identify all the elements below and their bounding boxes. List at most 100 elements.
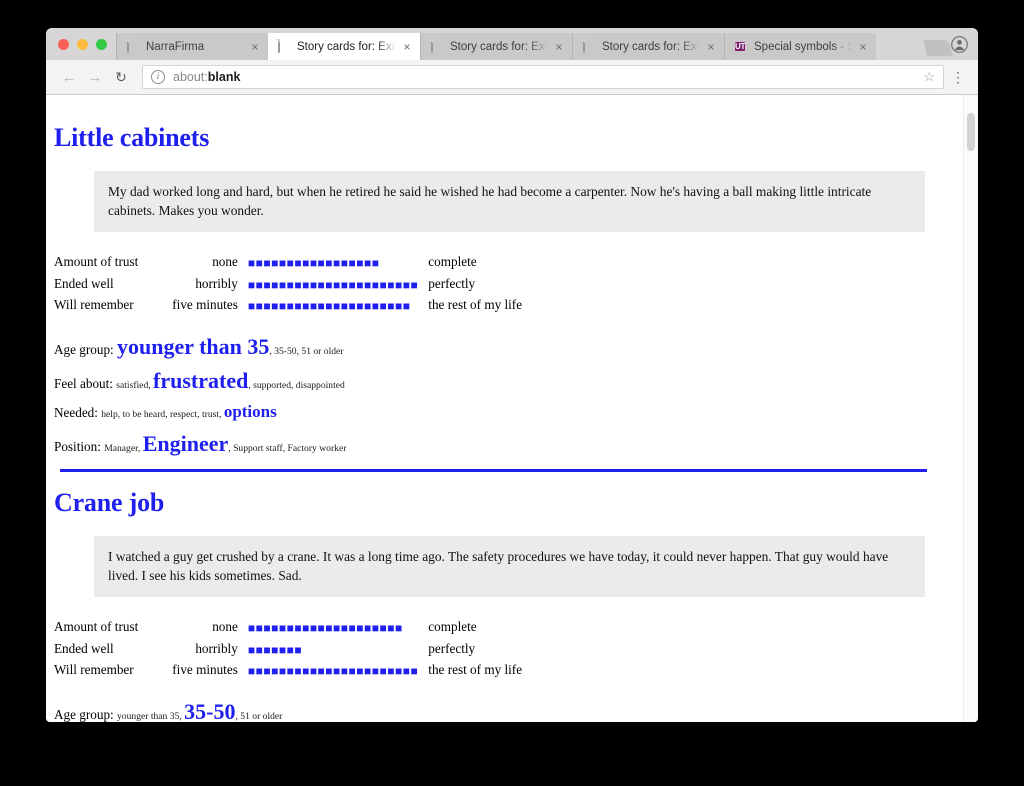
scale-bar-dots: ■■■■■■■■■■■■■■■■■: [247, 257, 380, 270]
window-controls: [50, 28, 116, 60]
answer-question-label: Needed:: [54, 404, 102, 420]
browser-tab-4[interactable]: UT Special symbols - Sets ×: [724, 33, 876, 60]
answer-option: to be heard: [122, 408, 166, 420]
story-cards-page: Little cabinets My dad worked long and ha…: [46, 95, 963, 722]
answer-option: 51 or older: [240, 710, 283, 722]
tab-title: Story cards for: Example: [450, 40, 548, 53]
answers-block: Age group: younger than 35, 35-50, 51 or…: [54, 700, 945, 722]
tabs-container: NarraFirma×Story cards for: Example×Stor…: [116, 33, 919, 60]
answer-row: Age group: younger than 35, 35-50, 51 or…: [54, 700, 945, 722]
scale-name: Ended well: [54, 640, 114, 656]
tab-close-icon[interactable]: ×: [400, 41, 414, 53]
profile-avatar-icon[interactable]: [951, 36, 968, 53]
answer-option-selected: younger than 35: [117, 333, 270, 359]
scale-row: Will remember five minutes ■■■■■■■■■■■■■■■…: [54, 662, 522, 684]
scale-name: Ended well: [54, 275, 114, 291]
scale-high-label: the rest of my life: [428, 662, 523, 678]
scale-bar: ■■■■■■■■■■■■■■■■■■■■■■: [248, 276, 428, 298]
answer-row: Needed: help, to be heard, respect, trus…: [54, 403, 945, 421]
document-favicon-icon: [278, 39, 290, 53]
answer-option: supported: [253, 379, 291, 391]
scale-bar-dots: ■■■■■■■■■■■■■■■■■■■■■: [247, 300, 411, 313]
browser-tab-1[interactable]: Story cards for: Example ×: [268, 33, 420, 60]
tab-close-icon[interactable]: ×: [248, 41, 262, 53]
page-viewport: Little cabinets My dad worked long and ha…: [46, 95, 978, 722]
ut-favicon-label: UT: [735, 42, 746, 51]
scale-low-label: five minutes: [172, 297, 238, 313]
answer-question-label: Feel about:: [54, 375, 117, 391]
document-favicon-icon: [583, 39, 595, 53]
browser-menu-icon[interactable]: ⋮: [948, 69, 968, 86]
vertical-scrollbar[interactable]: [963, 95, 978, 722]
scale-high-label: perfectly: [428, 640, 476, 656]
answers-block: Age group: younger than 35, 35-50, 51 or…: [54, 335, 945, 455]
reload-button[interactable]: ↻: [108, 64, 134, 90]
maximize-window-button[interactable]: [96, 38, 107, 50]
tab-title: Special symbols - Sets: [754, 40, 852, 53]
answer-row: Feel about: satisfied, frustrated, suppo…: [54, 369, 945, 392]
answer-option: younger than 35: [117, 710, 180, 722]
back-button[interactable]: ←: [56, 64, 82, 90]
answer-option: 51 or older: [301, 345, 344, 357]
document-favicon-icon: [431, 39, 443, 53]
answer-option-selected: Engineer: [142, 430, 229, 456]
scale-bar-dots: ■■■■■■■■■■■■■■■■■■■■: [247, 621, 403, 634]
bookmark-star-icon[interactable]: ☆: [923, 69, 935, 85]
scale-row: Ended well horribly ■■■■■■■■■■■■■■■■■■■■■■…: [54, 276, 522, 298]
close-window-button[interactable]: [58, 38, 69, 50]
new-tab-button[interactable]: [923, 40, 953, 56]
tab-close-icon[interactable]: ×: [704, 41, 718, 53]
answer-option: Manager: [104, 442, 138, 454]
answer-question-label: Position:: [54, 438, 105, 454]
scale-table: Amount of trust none ■■■■■■■■■■■■■■■■■ comp…: [54, 254, 522, 319]
story-card-divider: [60, 468, 927, 472]
answer-option-selected: 35-50: [184, 698, 236, 722]
tab-title: Story cards for: Example: [297, 40, 396, 53]
forward-button[interactable]: →: [82, 64, 108, 90]
url-scheme: about:: [173, 70, 208, 84]
scale-row: Amount of trust none ■■■■■■■■■■■■■■■■■■■■ c…: [54, 619, 522, 641]
scale-row: Amount of trust none ■■■■■■■■■■■■■■■■■ comp…: [54, 254, 522, 276]
answer-option: Support staff: [233, 442, 283, 454]
answer-question-label: Age group:: [54, 706, 117, 722]
tab-title: NarraFirma: [146, 40, 205, 53]
answer-option: satisfied: [116, 379, 149, 391]
scale-bar-dots: ■■■■■■■: [247, 643, 303, 656]
tab-strip: NarraFirma×Story cards for: Example×Stor…: [46, 28, 978, 60]
story-card-title: Crane job: [54, 487, 165, 517]
page-info-icon[interactable]: i: [151, 70, 165, 84]
answer-option-selected: options: [223, 401, 277, 421]
scrollbar-thumb[interactable]: [967, 113, 975, 151]
scale-name: Will remember: [54, 662, 134, 678]
address-bar[interactable]: i about: blank ☆: [142, 65, 944, 89]
document-icon-shape: [431, 39, 433, 53]
story-text: My dad worked long and hard, but when he…: [94, 171, 925, 233]
answer-row: Age group: younger than 35, 35-50, 51 or…: [54, 335, 945, 358]
scale-low-label: none: [212, 618, 238, 634]
scale-low-label: horribly: [195, 640, 238, 656]
minimize-window-button[interactable]: [77, 38, 88, 50]
scale-high-label: complete: [428, 618, 477, 634]
scale-row: Will remember five minutes ■■■■■■■■■■■■■■■…: [54, 297, 522, 319]
scale-bar-dots: ■■■■■■■■■■■■■■■■■■■■■■: [247, 665, 419, 678]
answer-option: respect: [169, 408, 198, 420]
scale-bar: ■■■■■■■■■■■■■■■■■■■■■■: [248, 662, 428, 684]
scale-high-label: complete: [428, 254, 477, 270]
scale-row: Ended well horribly ■■■■■■■ perfectly: [54, 641, 522, 663]
browser-tab-3[interactable]: Story cards for: Example ×: [572, 33, 724, 60]
tab-close-icon[interactable]: ×: [552, 41, 566, 53]
scale-low-label: horribly: [195, 275, 238, 291]
story-card: Crane job I watched a guy get crushed by …: [54, 488, 945, 722]
tab-close-icon[interactable]: ×: [856, 41, 870, 53]
browser-tab-2[interactable]: Story cards for: Example ×: [420, 33, 572, 60]
browser-tab-0[interactable]: NarraFirma ×: [116, 33, 268, 60]
scale-bar: ■■■■■■■■■■■■■■■■■■■■: [248, 619, 428, 641]
scale-low-label: none: [212, 254, 238, 270]
answer-option: Factory worker: [287, 442, 347, 454]
scale-table: Amount of trust none ■■■■■■■■■■■■■■■■■■■■ c…: [54, 619, 522, 684]
tab-title: Story cards for: Example: [602, 40, 700, 53]
answer-option: disappointed: [295, 379, 345, 391]
scale-name: Amount of trust: [54, 618, 139, 634]
answer-option-selected: frustrated: [153, 367, 249, 393]
story-card: Little cabinets My dad worked long and ha…: [54, 123, 945, 474]
